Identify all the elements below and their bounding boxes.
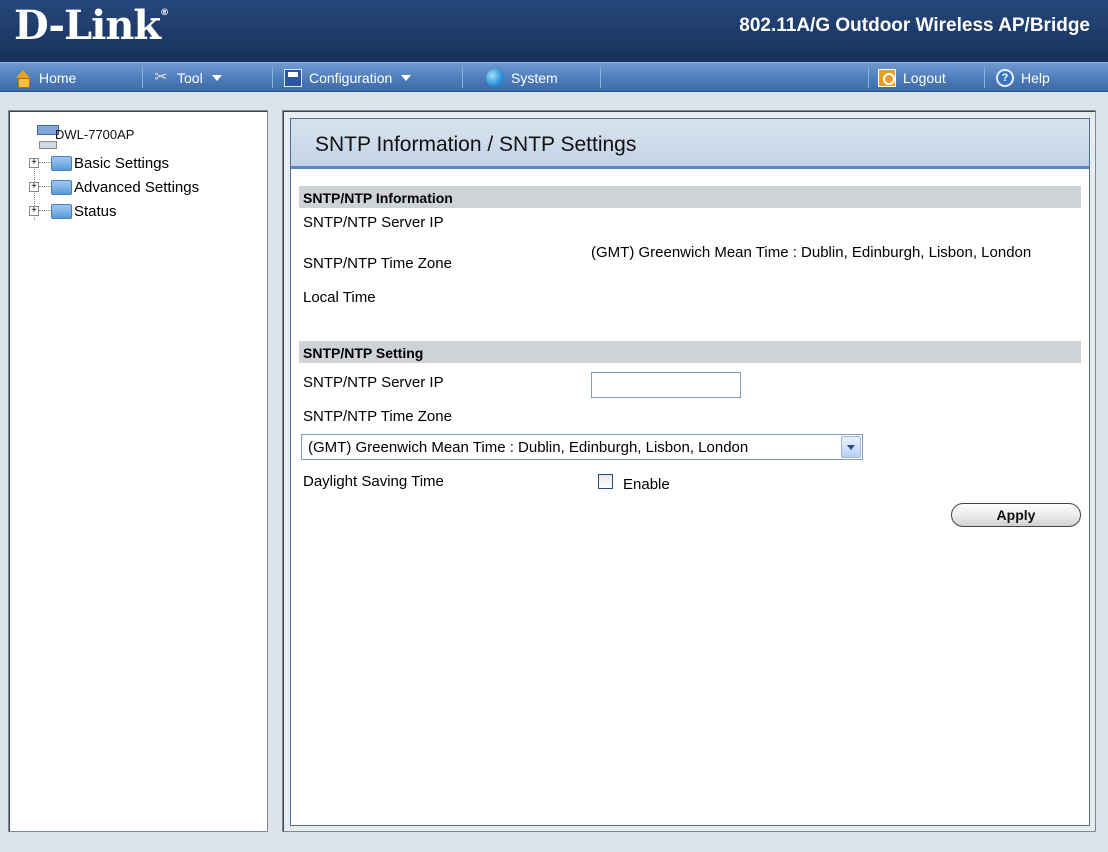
section-header-setting: SNTP/NTP Setting: [299, 341, 1081, 363]
help-button[interactable]: ? Help: [996, 63, 1050, 92]
product-title: 802.11A/G Outdoor Wireless AP/Bridge: [739, 15, 1090, 36]
section-header-information: SNTP/NTP Information: [299, 186, 1081, 208]
setting-server-ip-label: SNTP/NTP Server IP: [303, 374, 444, 391]
expand-icon[interactable]: +: [29, 158, 39, 168]
apply-button[interactable]: Apply: [951, 503, 1081, 527]
expand-icon[interactable]: +: [29, 206, 39, 216]
dst-enable-checkbox[interactable]: [598, 474, 613, 489]
folder-icon: [51, 204, 72, 219]
logout-icon: [878, 68, 896, 87]
main-toolbar: Home ✂ Tool Configuration System Logout …: [0, 62, 1108, 92]
info-local-time-label: Local Time: [303, 289, 376, 306]
help-icon: ?: [996, 68, 1014, 87]
expand-icon[interactable]: +: [29, 182, 39, 192]
folder-icon: [51, 180, 72, 195]
toolbar-divider: [142, 67, 143, 88]
chevron-down-icon: [401, 74, 412, 81]
section-title: SNTP/NTP Information: [303, 190, 453, 206]
chevron-down-icon: [211, 74, 222, 81]
help-label: Help: [1021, 69, 1050, 86]
tool-icon: ✂: [154, 68, 168, 86]
toolbar-divider: [462, 67, 463, 88]
logout-button[interactable]: Logout: [878, 63, 946, 92]
logout-label: Logout: [903, 69, 946, 86]
page-title: SNTP Information / SNTP Settings: [315, 133, 637, 156]
home-button[interactable]: Home: [14, 63, 76, 92]
tool-menu-button[interactable]: ✂ Tool: [152, 63, 222, 92]
dlink-logo: D-Link®: [14, 2, 169, 49]
time-zone-selected: (GMT) Greenwich Mean Time : Dublin, Edin…: [308, 439, 749, 456]
section-title: SNTP/NTP Setting: [303, 345, 424, 361]
system-label: System: [511, 69, 558, 86]
info-time-zone-label: SNTP/NTP Time Zone: [303, 255, 452, 272]
info-time-zone-value: (GMT) Greenwich Mean Time : Dublin, Edin…: [591, 244, 1032, 261]
toolbar-divider: [868, 67, 869, 88]
home-label: Home: [39, 69, 77, 86]
tree-root-device[interactable]: DWL-7700AP: [55, 127, 134, 142]
system-button[interactable]: System: [486, 63, 558, 92]
navigation-tree-panel: DWL-7700AP: [8, 110, 268, 832]
toolbar-divider: [984, 67, 985, 88]
save-icon: [284, 68, 302, 87]
home-icon: [14, 69, 32, 88]
folder-icon: [51, 156, 72, 171]
setting-time-zone-label: SNTP/NTP Time Zone: [303, 408, 452, 425]
dst-enable-label: Enable: [623, 476, 670, 493]
page-title-bar: SNTP Information / SNTP Settings: [291, 119, 1089, 169]
tree-item-label: Advanced Settings: [74, 178, 200, 196]
chevron-down-icon[interactable]: [841, 436, 861, 458]
configuration-menu-button[interactable]: Configuration: [284, 63, 412, 92]
sntp-server-ip-input[interactable]: [591, 372, 741, 398]
system-icon: [486, 68, 504, 87]
toolbar-divider: [600, 67, 601, 88]
app-header: D-Link® 802.11A/G Outdoor Wireless AP/Br…: [0, 0, 1108, 62]
tree-item-label: Basic Settings: [74, 154, 170, 172]
info-server-ip-label: SNTP/NTP Server IP: [303, 214, 444, 231]
sntp-content: SNTP Information / SNTP Settings SNTP/NT…: [290, 118, 1090, 826]
time-zone-select[interactable]: (GMT) Greenwich Mean Time : Dublin, Edin…: [301, 434, 863, 460]
tool-label: Tool: [177, 69, 203, 86]
dst-label: Daylight Saving Time: [303, 473, 444, 490]
toolbar-divider: [272, 67, 273, 88]
tree-item-label: Status: [74, 202, 117, 220]
configuration-label: Configuration: [309, 69, 393, 86]
